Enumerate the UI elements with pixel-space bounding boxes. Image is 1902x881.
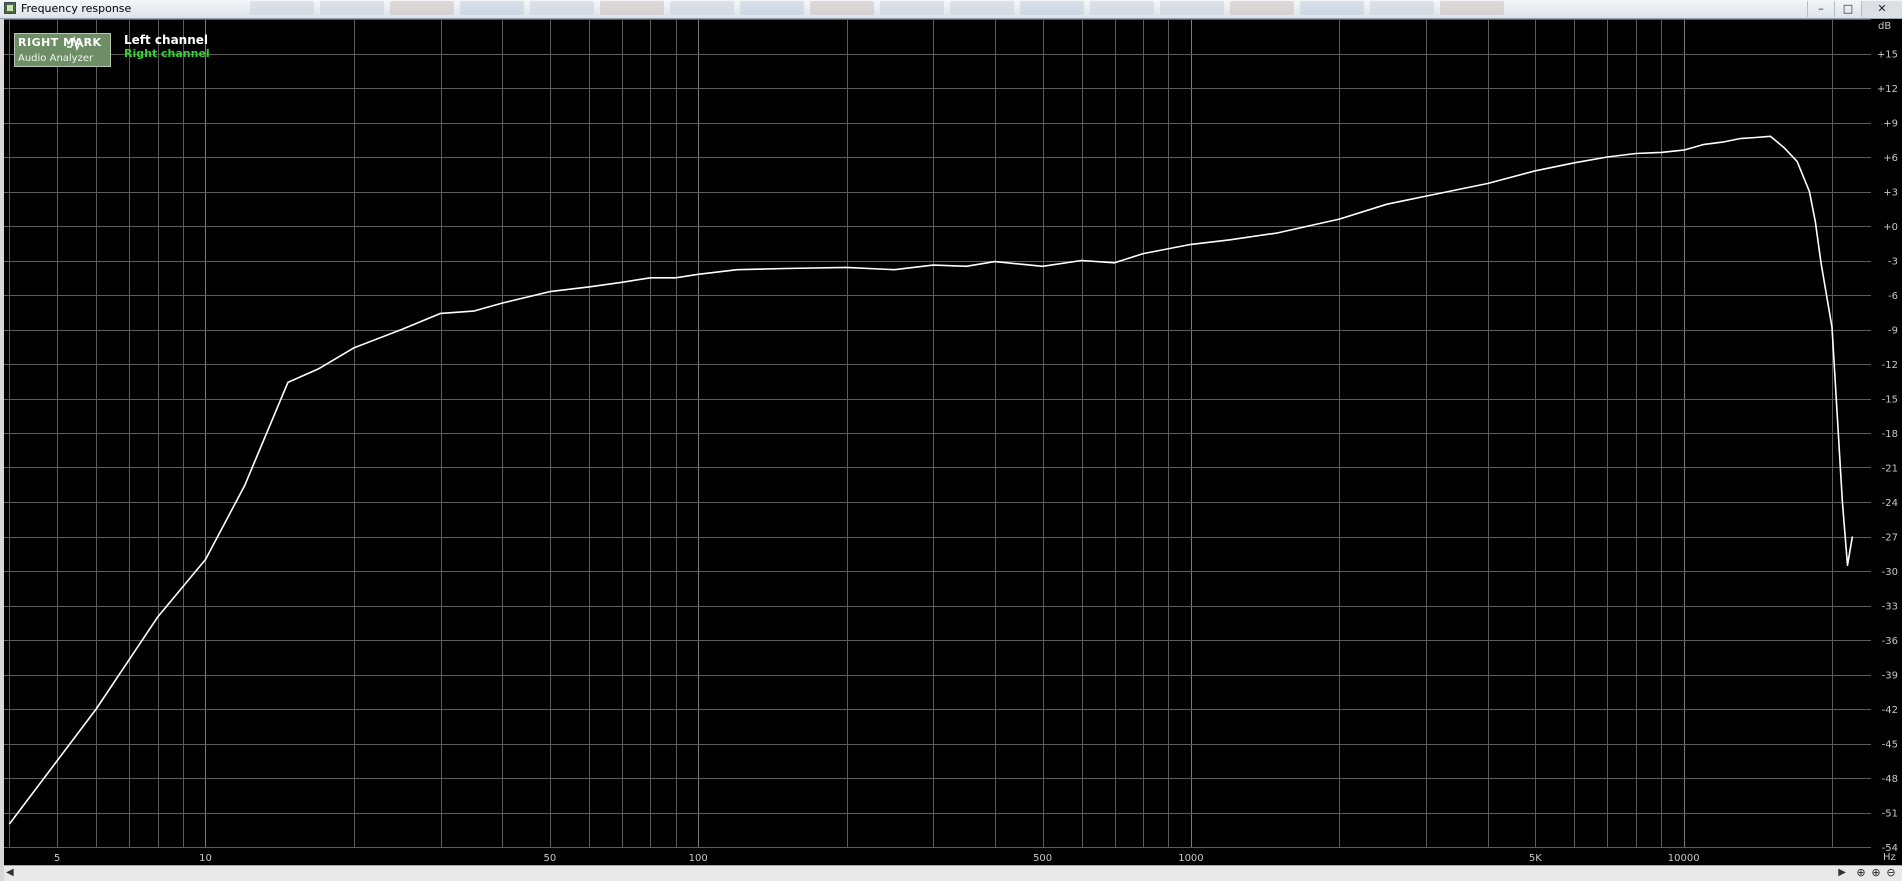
y-tick-label: -39	[1882, 671, 1898, 682]
y-tick-label: -24	[1882, 498, 1898, 509]
zoom-out-icon[interactable]: ⊖	[1884, 866, 1898, 880]
y-tick-label: -30	[1882, 567, 1898, 578]
zoom-reset-icon[interactable]: ⊕	[1854, 866, 1868, 880]
legend-right-channel: Right channel	[124, 47, 210, 60]
y-tick-label: -15	[1882, 395, 1898, 406]
x-tick-label: 10	[199, 853, 212, 864]
y-tick-label: +3	[1883, 188, 1898, 199]
x-axis-label: Hz	[1883, 852, 1896, 863]
rightmark-logo: RIGHT MARK Audio Analyzer	[14, 33, 111, 67]
x-tick-label: 100	[689, 853, 708, 864]
legend: Left channel Right channel	[124, 33, 210, 60]
y-tick-label: -33	[1882, 602, 1898, 613]
series-left-channel-line	[8, 135, 1854, 825]
x-tick-label: 1000	[1178, 853, 1203, 864]
y-tick-label: -42	[1882, 705, 1898, 716]
horizontal-scrollbar[interactable]: ◀ ▶ ⊕ ⊕ ⊖	[4, 865, 1902, 881]
x-tick-label: 10000	[1668, 853, 1700, 864]
y-tick-label: +0	[1883, 222, 1898, 233]
y-tick-label: +12	[1877, 84, 1898, 95]
logo-bottom-text: Audio Analyzer	[18, 53, 94, 64]
x-tick-label: 50	[544, 853, 557, 864]
y-tick-label: -21	[1882, 464, 1898, 475]
y-tick-label: +15	[1877, 50, 1898, 61]
x-tick-label: 5	[54, 853, 60, 864]
y-tick-label: -9	[1888, 326, 1898, 337]
frequency-response-chart: 5 10 50 100 500 1000 5K 10000 +15 +12 +9 +6 +3 +0 -3 -…	[4, 19, 1898, 864]
scroll-right-arrow-icon[interactable]: ▶	[1838, 867, 1846, 878]
y-tick-label: -3	[1888, 257, 1898, 268]
scroll-left-arrow-icon[interactable]: ◀	[6, 867, 14, 878]
y-tick-label: -45	[1882, 740, 1898, 751]
zoom-in-icon[interactable]: ⊕	[1869, 866, 1883, 880]
logo-top-text: RIGHT MARK	[18, 36, 102, 49]
y-axis-ticks: +15 +12 +9 +6 +3 +0 -3 -6 -9 -12 -15 -18 -21 -24 -27 -3…	[1877, 50, 1898, 855]
y-tick-label: -18	[1882, 429, 1898, 440]
grid	[4, 19, 1871, 848]
y-tick-label: +6	[1883, 153, 1898, 164]
legend-left-channel: Left channel	[124, 33, 209, 47]
y-tick-label: -12	[1882, 360, 1898, 371]
y-tick-label: -51	[1882, 809, 1898, 820]
x-tick-label: 5K	[1529, 853, 1542, 864]
y-tick-label: -48	[1882, 774, 1898, 785]
y-axis-label: dB	[1878, 21, 1891, 32]
y-tick-label: -27	[1882, 533, 1898, 544]
y-tick-label: -6	[1888, 291, 1898, 302]
y-tick-label: +9	[1883, 119, 1898, 130]
x-tick-label: 500	[1033, 853, 1052, 864]
x-axis-ticks: 5 10 50 100 500 1000 5K 10000	[54, 853, 1700, 864]
y-tick-label: -36	[1882, 636, 1898, 647]
